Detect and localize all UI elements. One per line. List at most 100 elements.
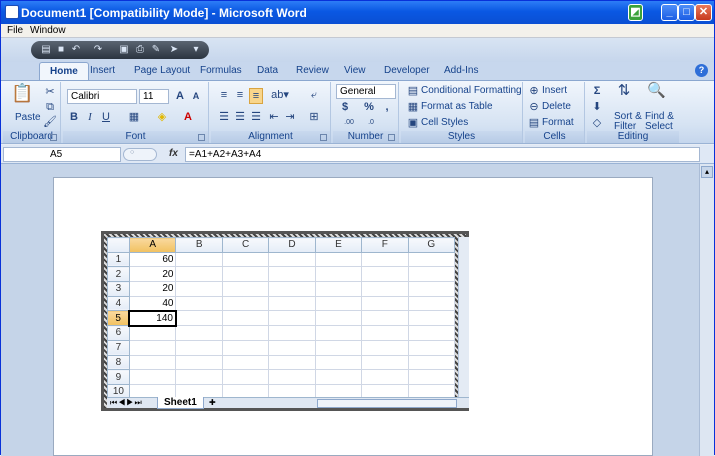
save-icon[interactable]: ■ (56, 45, 66, 55)
border-icon[interactable]: ▦ (127, 110, 141, 124)
copy-icon[interactable]: ⧉ (43, 100, 57, 114)
cell[interactable] (221, 383, 270, 397)
format-button[interactable]: Format (542, 117, 574, 128)
cell[interactable] (175, 295, 223, 312)
cell[interactable] (128, 369, 177, 385)
tab-page-layout[interactable]: Page Layout (134, 65, 190, 76)
tab-add-ins[interactable]: Add-Ins (444, 65, 478, 76)
cell-styles-button[interactable]: Cell Styles (421, 117, 468, 128)
cell[interactable] (268, 295, 316, 312)
row-header[interactable]: 3 (107, 281, 130, 297)
currency-icon[interactable]: $ (339, 100, 351, 114)
conditional-formatting-button[interactable]: Conditional Formatting (421, 85, 522, 96)
cell[interactable] (407, 251, 455, 268)
row-header[interactable]: 1 (107, 251, 130, 268)
format-cells-icon[interactable]: ▤ (528, 116, 540, 130)
bold-icon[interactable]: B (68, 110, 80, 124)
cell[interactable] (221, 281, 270, 297)
cell[interactable] (175, 281, 223, 297)
cell[interactable] (407, 339, 455, 356)
cell[interactable] (407, 266, 455, 283)
cell-a1[interactable]: 60 (128, 251, 177, 268)
cell[interactable] (221, 295, 270, 312)
autosum-icon[interactable]: Σ (590, 84, 604, 98)
merge-center-icon[interactable]: ⊞ (307, 110, 321, 124)
decrease-indent-icon[interactable]: ⇤ (267, 110, 281, 124)
cell[interactable] (128, 354, 177, 371)
cell[interactable] (175, 251, 223, 268)
column-header[interactable]: E (314, 237, 363, 253)
row-header[interactable]: 10 (107, 383, 130, 397)
cell[interactable] (175, 369, 223, 385)
cell[interactable] (361, 266, 409, 283)
cell[interactable] (221, 310, 270, 327)
insert-cells-icon[interactable]: ⊕ (528, 84, 540, 98)
cell[interactable] (361, 251, 409, 268)
maximize-button[interactable]: □ (678, 4, 695, 21)
cell[interactable] (314, 310, 363, 327)
font-color-icon[interactable]: A (181, 110, 195, 124)
cell[interactable] (268, 266, 316, 283)
minimize-button[interactable]: _ (661, 4, 678, 21)
decrease-decimal-icon[interactable]: .0 (361, 116, 381, 130)
align-bottom-icon[interactable]: ≡ (249, 88, 263, 104)
print-preview-icon[interactable]: ▣ (119, 45, 129, 55)
sheet-horizontal-scrollbar[interactable] (317, 399, 457, 408)
cell[interactable] (128, 383, 177, 397)
undo-icon[interactable]: ↶ (71, 45, 81, 55)
cell[interactable] (314, 266, 363, 283)
cell-a5-active[interactable]: 140 (128, 309, 177, 327)
cell[interactable] (361, 281, 409, 297)
cell[interactable] (407, 354, 455, 371)
font-launcher-icon[interactable] (198, 134, 205, 141)
cell[interactable] (314, 325, 363, 341)
cell[interactable] (314, 281, 363, 297)
select-all-corner[interactable] (107, 237, 130, 253)
cell[interactable] (314, 383, 363, 397)
row-header[interactable]: 5 (107, 310, 130, 327)
menu-window[interactable]: Window (30, 25, 66, 36)
increase-indent-icon[interactable]: ⇥ (283, 110, 297, 124)
vertical-scrollbar[interactable]: ▴ (699, 164, 714, 456)
sort-filter-icon[interactable]: ⇅ (615, 83, 633, 98)
sheet-tab-sheet1[interactable]: Sheet1 (157, 397, 204, 409)
row-header[interactable]: 4 (107, 295, 130, 312)
sheet-nav-arrows-icon[interactable]: ⏮◀▶⏭ (110, 398, 143, 408)
font-size-box[interactable]: 11 (139, 89, 169, 104)
percent-icon[interactable]: % (363, 100, 375, 114)
tab-insert[interactable]: Insert (90, 65, 115, 76)
increase-decimal-icon[interactable]: .00 (339, 116, 359, 130)
row-header[interactable]: 2 (107, 266, 130, 283)
tab-home[interactable]: Home (39, 62, 89, 81)
cell[interactable] (407, 281, 455, 297)
column-header[interactable]: C (221, 237, 270, 253)
cell[interactable] (314, 369, 363, 385)
worksheet-grid[interactable]: A B C D E F G 1 60 2 20 3 20 4 40 5 140 6 7 8… (107, 237, 455, 397)
cell[interactable] (268, 281, 316, 297)
tab-view[interactable]: View (344, 65, 366, 76)
cell[interactable] (175, 266, 223, 283)
row-header[interactable]: 8 (107, 354, 130, 371)
row-header[interactable]: 7 (107, 339, 130, 356)
center-icon[interactable]: ☰ (233, 110, 247, 124)
cell[interactable] (268, 251, 316, 268)
wrap-text-icon[interactable]: ⤶ (307, 88, 321, 102)
cell[interactable] (128, 339, 177, 356)
cut-icon[interactable]: ✂ (43, 85, 57, 99)
cell[interactable] (407, 310, 455, 327)
comma-icon[interactable]: , (381, 100, 393, 114)
cell[interactable] (361, 383, 409, 397)
fill-color-icon[interactable]: ◈ (155, 110, 169, 124)
cell[interactable] (268, 383, 316, 397)
help-icon[interactable]: ? (695, 64, 708, 77)
column-header[interactable]: D (268, 237, 316, 253)
pointer-icon[interactable]: ➤ (169, 45, 179, 55)
orientation-icon[interactable]: ab▾ (269, 88, 291, 102)
tab-formulas[interactable]: Formulas (200, 65, 242, 76)
cell[interactable] (361, 325, 409, 341)
column-header[interactable]: G (407, 237, 455, 253)
format-painter-icon[interactable]: ✎ (151, 45, 161, 55)
insert-sheet-icon[interactable]: ✚ (209, 398, 216, 407)
customize-icon[interactable]: ▾ (191, 45, 201, 55)
cell-a4[interactable]: 40 (128, 295, 177, 312)
